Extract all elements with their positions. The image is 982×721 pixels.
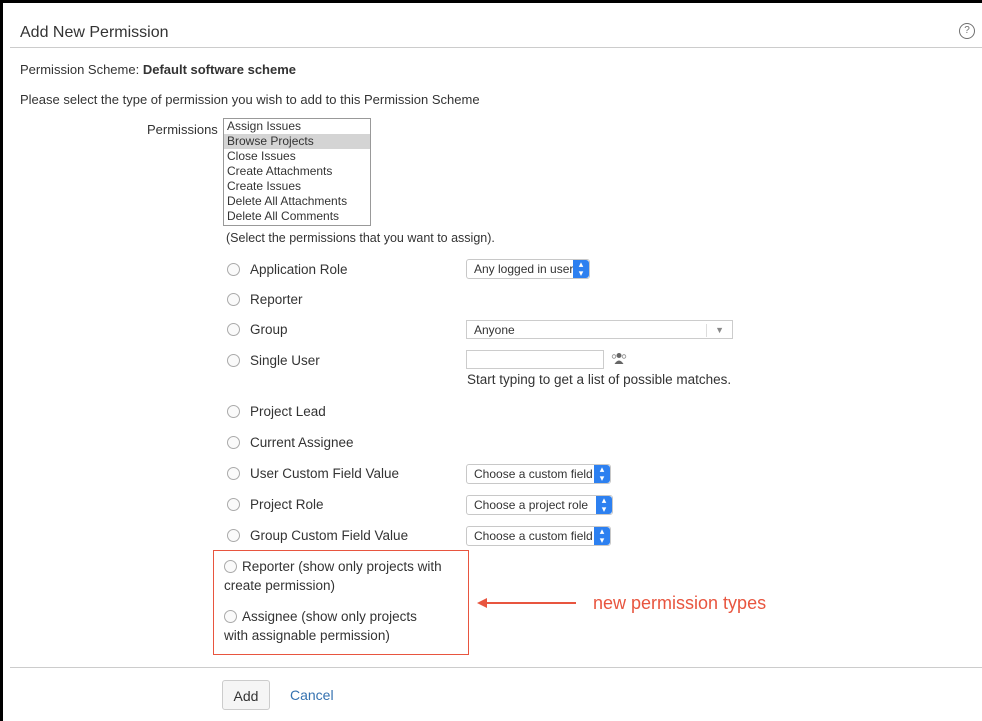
reporter-radio[interactable]	[227, 293, 240, 306]
new-type-reporter: Reporter (show only projects with create…	[224, 557, 464, 595]
current-assignee-radio[interactable]	[227, 436, 240, 449]
project-role-select[interactable]: Choose a project role ▴ ▾	[466, 495, 613, 515]
permission-option-selected[interactable]: Browse Projects	[224, 134, 370, 149]
assignee-assignable-radio[interactable]	[224, 610, 237, 623]
select-arrows-icon: ▴ ▾	[596, 496, 612, 514]
add-button[interactable]: Add	[222, 680, 270, 710]
permission-option[interactable]: Delete All Comments	[224, 209, 370, 224]
grant-row-single-user: Single User	[227, 353, 320, 368]
select-value: Anyone	[474, 323, 515, 337]
scheme-name: Default software scheme	[142, 62, 297, 77]
grant-label: Current Assignee	[250, 435, 354, 450]
select-separator	[706, 324, 707, 337]
group-select[interactable]: Anyone ▼	[466, 320, 733, 339]
permissions-hint: (Select the permissions that you want to…	[226, 231, 495, 245]
grant-row-group-custom-field: Group Custom Field Value	[227, 528, 408, 543]
project-role-radio[interactable]	[227, 498, 240, 511]
select-value: Any logged in user	[474, 262, 574, 276]
grant-row-group: Group	[227, 322, 288, 337]
grant-row-application-role: Application Role	[227, 262, 348, 277]
grant-row-reporter: Reporter	[227, 292, 303, 307]
grant-row-project-lead: Project Lead	[227, 404, 326, 419]
group-custom-field-radio[interactable]	[227, 529, 240, 542]
select-arrows-icon: ▴ ▾	[573, 260, 589, 278]
new-type-line2: with assignable permission)	[224, 628, 390, 643]
header-divider	[10, 47, 982, 48]
grant-label: Group	[250, 322, 288, 337]
permission-option[interactable]: Create Attachments	[224, 164, 370, 179]
select-value: Choose a custom field	[474, 467, 593, 481]
project-lead-radio[interactable]	[227, 405, 240, 418]
dialog-title: Add New Permission	[20, 24, 169, 41]
annotation-arrow-line	[486, 602, 576, 604]
permissions-listbox[interactable]: Assign Issues Browse Projects Close Issu…	[223, 118, 371, 226]
grant-label: Group Custom Field Value	[250, 528, 409, 543]
grant-label: Project Role	[250, 497, 324, 512]
permission-option[interactable]: Close Issues	[224, 149, 370, 164]
single-user-radio[interactable]	[227, 354, 240, 367]
grant-row-project-role: Project Role	[227, 497, 324, 512]
chevron-down-icon: ▼	[715, 325, 724, 335]
grant-row-current-assignee: Current Assignee	[227, 435, 354, 450]
grant-row-user-custom-field: User Custom Field Value	[227, 466, 399, 481]
permission-option[interactable]: Delete All Attachments	[224, 194, 370, 209]
select-arrows-icon: ▴ ▾	[594, 527, 610, 545]
scheme-label: Permission Scheme:	[20, 62, 140, 77]
single-user-input[interactable]	[466, 350, 604, 369]
new-type-line1: Assignee (show only projects	[242, 609, 417, 624]
grant-label: Application Role	[250, 262, 348, 277]
user-custom-field-select[interactable]: Choose a custom field ▴ ▾	[466, 464, 611, 484]
grant-label: Reporter	[250, 292, 303, 307]
grant-label: User Custom Field Value	[250, 466, 400, 481]
permission-option[interactable]: Create Issues	[224, 179, 370, 194]
permissions-label: Permissions	[147, 122, 218, 137]
instructions: Please select the type of permission you…	[20, 92, 480, 107]
select-arrows-icon: ▴ ▾	[594, 465, 610, 483]
user-custom-field-radio[interactable]	[227, 467, 240, 480]
annotation-text: new permission types	[593, 593, 767, 613]
select-value: Choose a custom field	[474, 529, 593, 543]
select-value: Choose a project role	[474, 498, 589, 512]
scheme-line: Permission Scheme: Default software sche…	[20, 62, 296, 77]
application-role-radio[interactable]	[227, 263, 240, 276]
cancel-link[interactable]: Cancel	[290, 687, 334, 703]
group-custom-field-select[interactable]: Choose a custom field ▴ ▾	[466, 526, 611, 546]
new-type-assignee: Assignee (show only projects with assign…	[224, 607, 464, 645]
reporter-create-radio[interactable]	[224, 560, 237, 573]
permission-option[interactable]: Assign Issues	[224, 119, 370, 134]
grant-label: Project Lead	[250, 404, 326, 419]
new-type-line1: Reporter (show only projects with	[242, 559, 442, 574]
group-radio[interactable]	[227, 323, 240, 336]
grant-label: Single User	[250, 353, 320, 368]
help-icon[interactable]: ?	[959, 23, 975, 39]
application-role-select[interactable]: Any logged in user ▴ ▾	[466, 259, 590, 279]
single-user-hint: Start typing to get a list of possible m…	[467, 372, 732, 387]
footer-divider	[10, 667, 982, 668]
user-picker-icon[interactable]	[611, 352, 627, 369]
new-type-line2: create permission)	[224, 578, 336, 593]
